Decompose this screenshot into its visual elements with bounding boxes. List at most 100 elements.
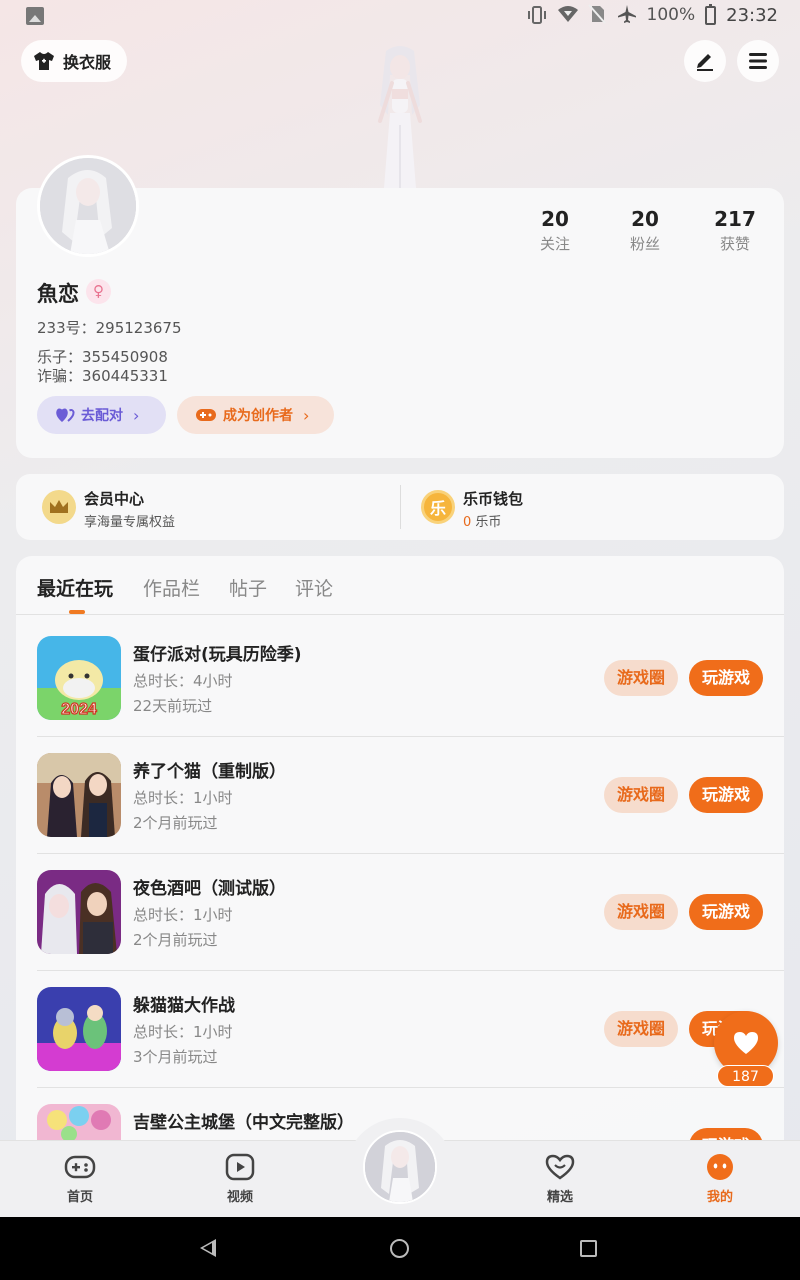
play-game-button[interactable]: 玩游戏 [689, 777, 763, 813]
divider [400, 485, 401, 529]
become-creator-button[interactable]: 成为创作者 › [177, 396, 334, 434]
become-creator-label: 成为创作者 [223, 408, 293, 424]
go-match-button[interactable]: 去配对 › [37, 396, 166, 434]
back-icon[interactable] [200, 1239, 216, 1257]
divider [37, 970, 784, 971]
play-game-button[interactable]: 玩游戏 [689, 894, 763, 930]
game-last-played: 22天前玩过 [133, 697, 213, 715]
game-last-played: 2个月前玩过 [133, 931, 218, 949]
profile-id: 233号：295123675 [37, 319, 182, 337]
play-game-button[interactable]: 玩游戏 [689, 660, 763, 696]
game-duration: 总时长：1小时 [133, 906, 233, 924]
stat-likes-count: 217 [714, 207, 756, 231]
divider [37, 853, 784, 854]
play-game-button[interactable]: 玩游戏 [689, 1128, 763, 1140]
member-center-subtitle: 享海量专属权益 [84, 515, 176, 530]
wallet-amount: 0 [463, 515, 472, 530]
tshirt-icon [33, 51, 55, 71]
game-thumbnail[interactable] [37, 987, 121, 1071]
stat-following-label: 关注 [539, 235, 570, 253]
game-title: 夜色酒吧（测试版） [133, 879, 286, 899]
profile-bio-line-1: 乐子：355450908 [37, 348, 168, 366]
profile-name: 魚恋 [37, 282, 79, 306]
female-gender-icon: ♀ [86, 279, 111, 304]
home-icon[interactable] [390, 1239, 409, 1258]
play-video-icon [224, 1152, 256, 1182]
game-last-played: 3个月前玩过 [133, 1048, 218, 1066]
featured-heart-icon [544, 1152, 576, 1182]
profile-bio-line-2: 诈骗：360445331 [37, 367, 168, 385]
stat-followers[interactable]: 20 粉丝 [600, 205, 690, 255]
stat-likes-label: 获赞 [719, 235, 750, 253]
edit-profile-button[interactable] [684, 40, 726, 82]
nav-video[interactable]: 视频 [200, 1152, 280, 1205]
game-circle-button[interactable]: 游戏圈 [604, 777, 678, 813]
game-duration: 总时长：1小时 [133, 789, 233, 807]
vibrate-icon [527, 4, 547, 26]
nav-featured[interactable]: 精选 [520, 1152, 600, 1205]
hearts-icon [56, 408, 75, 422]
center-avatar-button[interactable] [363, 1130, 437, 1204]
battery-icon [705, 3, 717, 25]
wallet-unit: 乐币 [475, 515, 502, 530]
change-outfit-button[interactable]: 换衣服 [21, 40, 128, 82]
game-thumb-text: 2024 [61, 701, 97, 718]
member-center-title[interactable]: 会员中心 [84, 488, 144, 509]
game-thumbnail[interactable] [37, 753, 121, 837]
divider [37, 736, 784, 737]
game-thumbnail[interactable] [37, 1104, 121, 1140]
crown-icon [42, 490, 76, 524]
chevron-right-icon: › [303, 405, 310, 425]
change-outfit-label: 换衣服 [63, 53, 112, 72]
game-title: 养了个猫（重制版） [133, 762, 286, 782]
game-thumbnail[interactable] [37, 870, 121, 954]
clock: 23:32 [726, 4, 778, 26]
tab-recently-played[interactable]: 最近在玩 [37, 574, 113, 601]
stat-following-count: 20 [541, 207, 569, 231]
wallet-title[interactable]: 乐币钱包 [463, 488, 523, 509]
game-title: 躲猫猫大作战 [133, 996, 235, 1016]
nav-mine-label: 我的 [706, 1190, 733, 1205]
stat-followers-label: 粉丝 [629, 235, 660, 253]
status-bar: 100% 23:32 [0, 0, 800, 34]
avatar-3d-figure[interactable] [350, 45, 450, 190]
hamburger-menu-icon [749, 53, 767, 69]
wifi-icon [557, 4, 578, 26]
game-circle-button[interactable]: 游戏圈 [604, 1011, 678, 1047]
nav-mine[interactable]: 我的 [680, 1152, 760, 1205]
profile-avatar[interactable] [37, 155, 139, 257]
game-last-played: 2个月前玩过 [133, 814, 218, 832]
stat-following[interactable]: 20 关注 [510, 205, 600, 255]
pencil-icon [697, 54, 713, 71]
game-title: 蛋仔派对(玩具历险季) [133, 645, 302, 665]
airplane-mode-icon [617, 4, 637, 26]
game-thumbnail[interactable]: 2024 [37, 636, 121, 720]
gallery-notification-icon [26, 7, 44, 25]
game-title: 吉壁公主城堡（中文完整版） [133, 1113, 354, 1133]
nav-featured-label: 精选 [546, 1190, 573, 1205]
nav-video-label: 视频 [226, 1190, 253, 1205]
divider [16, 614, 784, 615]
heart-icon [734, 1032, 758, 1054]
gamepad-icon [196, 409, 216, 421]
stat-likes[interactable]: 217 获赞 [690, 205, 780, 255]
wallet-balance: 0 乐币 [463, 511, 501, 530]
tab-posts[interactable]: 帖子 [229, 574, 267, 601]
go-match-label: 去配对 [81, 408, 123, 424]
recent-apps-icon[interactable] [580, 1240, 597, 1257]
tab-comments[interactable]: 评论 [295, 574, 333, 601]
le-coin-icon: 乐 [421, 490, 455, 524]
divider [37, 1087, 784, 1088]
status-icons: 100% 23:32 [527, 3, 778, 26]
game-circle-button[interactable]: 游戏圈 [604, 894, 678, 930]
game-duration: 总时长：1小时 [133, 1023, 233, 1041]
profile-face-icon [704, 1152, 736, 1182]
game-duration: 总时长：4小时 [133, 672, 233, 690]
like-count-badge: 187 [717, 1065, 774, 1087]
nav-home[interactable]: 首页 [40, 1152, 120, 1205]
gamepad-icon [64, 1152, 96, 1182]
menu-button[interactable] [737, 40, 779, 82]
tab-works[interactable]: 作品栏 [143, 574, 200, 601]
profile-stats: 20 关注 20 粉丝 217 获赞 [510, 205, 780, 255]
game-circle-button[interactable]: 游戏圈 [604, 660, 678, 696]
